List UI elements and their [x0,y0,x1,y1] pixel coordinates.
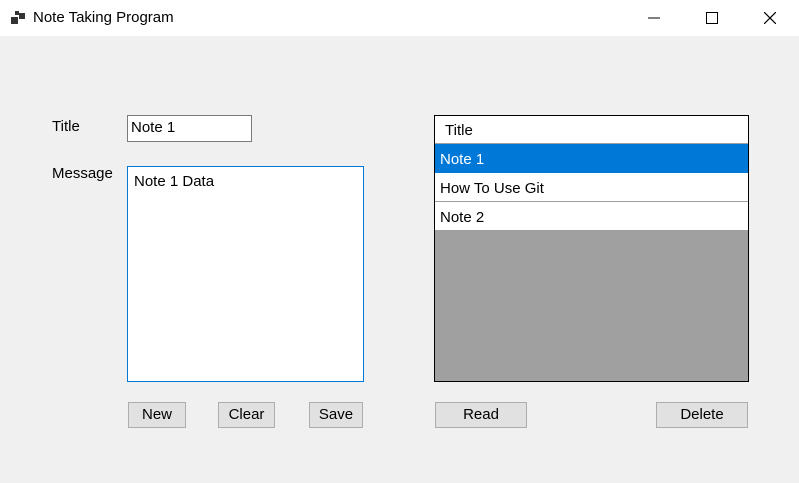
maximize-icon [706,12,718,24]
new-button[interactable]: New [128,402,186,428]
grid-row[interactable]: How To Use Git [435,173,748,202]
maximize-button[interactable] [683,0,741,36]
grid-row[interactable]: Note 2 [435,202,748,231]
message-textarea[interactable]: Note 1 Data [127,166,364,382]
delete-button[interactable]: Delete [656,402,748,428]
read-button[interactable]: Read [435,402,527,428]
message-label: Message [52,165,113,182]
title-bar: Note Taking Program [0,0,799,36]
window-title: Note Taking Program [33,9,174,26]
clear-button[interactable]: Clear [218,402,275,428]
close-button[interactable] [741,0,799,36]
title-label: Title [52,118,80,135]
grid-column-header-title[interactable]: Title [435,116,748,144]
minimize-button[interactable] [625,0,683,36]
save-button[interactable]: Save [309,402,363,428]
notes-grid[interactable]: Title Note 1 How To Use Git Note 2 [434,115,749,382]
grid-row[interactable]: Note 1 [435,144,748,173]
close-icon [764,12,776,24]
minimize-icon [648,17,660,19]
app-window-icon [11,11,25,24]
title-input[interactable]: Note 1 [127,115,252,142]
